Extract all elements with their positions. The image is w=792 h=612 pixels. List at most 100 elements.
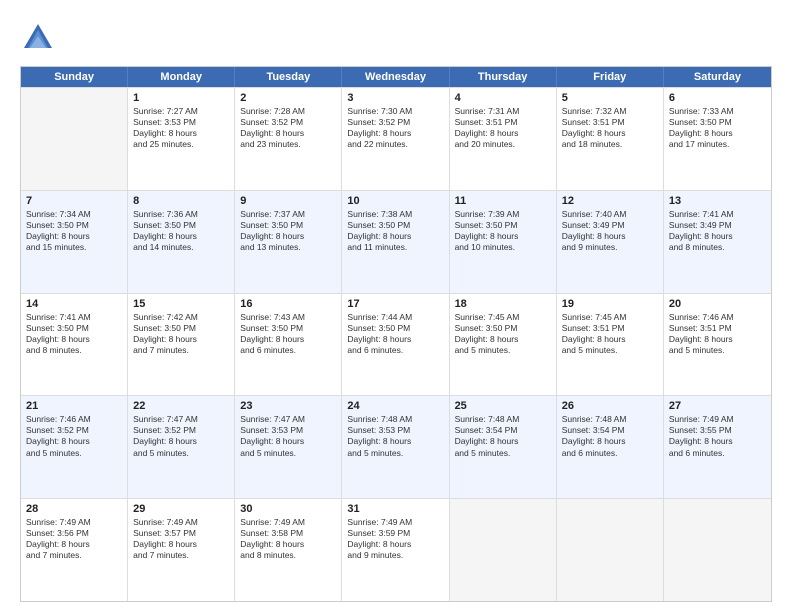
cell-info-line: Sunset: 3:52 PM (240, 117, 336, 128)
cell-info-line: Sunset: 3:50 PM (347, 323, 443, 334)
day-number: 7 (26, 195, 122, 207)
logo (20, 20, 60, 56)
cell-info-line: Daylight: 8 hours (26, 334, 122, 345)
cell-info-line: Sunset: 3:51 PM (562, 323, 658, 334)
cell-info-line: and 8 minutes. (26, 345, 122, 356)
cell-info-line: Sunrise: 7:48 AM (455, 414, 551, 425)
day-number: 28 (26, 503, 122, 515)
calendar-cell-r0c2: 2 Sunrise: 7:28 AMSunset: 3:52 PMDaylight… (235, 88, 342, 190)
cell-info-line: and 14 minutes. (133, 242, 229, 253)
day-number: 26 (562, 400, 658, 412)
day-number: 30 (240, 503, 336, 515)
cell-info-line: Daylight: 8 hours (240, 128, 336, 139)
cell-info-line: Sunrise: 7:38 AM (347, 209, 443, 220)
cell-info-line: Sunrise: 7:49 AM (347, 517, 443, 528)
cell-info-line: Sunrise: 7:41 AM (26, 312, 122, 323)
calendar-cell-r0c0 (21, 88, 128, 190)
cell-info-line: Sunset: 3:52 PM (347, 117, 443, 128)
day-number: 18 (455, 298, 551, 310)
cell-info-line: Sunset: 3:50 PM (347, 220, 443, 231)
day-number: 2 (240, 92, 336, 104)
cell-info-line: and 5 minutes. (133, 448, 229, 459)
cell-info-line: and 15 minutes. (26, 242, 122, 253)
cell-info-line: and 17 minutes. (669, 139, 766, 150)
day-number: 24 (347, 400, 443, 412)
day-number: 19 (562, 298, 658, 310)
cell-info-line: Daylight: 8 hours (240, 334, 336, 345)
cell-info-line: and 5 minutes. (455, 345, 551, 356)
cell-info-line: Sunset: 3:50 PM (240, 323, 336, 334)
calendar-cell-r1c0: 7Sunrise: 7:34 AMSunset: 3:50 PMDaylight… (21, 191, 128, 293)
calendar-cell-r0c6: 6Sunrise: 7:33 AMSunset: 3:50 PMDaylight… (664, 88, 771, 190)
cell-info-line: Sunset: 3:50 PM (455, 220, 551, 231)
calendar-cell-r4c3: 31Sunrise: 7:49 AMSunset: 3:59 PMDayligh… (342, 499, 449, 601)
calendar-row-1: 7Sunrise: 7:34 AMSunset: 3:50 PMDaylight… (21, 190, 771, 293)
calendar-cell-r2c0: 14Sunrise: 7:41 AMSunset: 3:50 PMDayligh… (21, 294, 128, 396)
calendar-cell-r2c1: 15Sunrise: 7:42 AMSunset: 3:50 PMDayligh… (128, 294, 235, 396)
cell-info-line: Sunset: 3:49 PM (562, 220, 658, 231)
header-day-friday: Friday (557, 67, 664, 87)
cell-info-line: and 6 minutes. (562, 448, 658, 459)
cell-info-line: Daylight: 8 hours (669, 334, 766, 345)
calendar-cell-r0c4: 4Sunrise: 7:31 AMSunset: 3:51 PMDaylight… (450, 88, 557, 190)
cell-info-line: Sunset: 3:50 PM (133, 220, 229, 231)
day-number: 17 (347, 298, 443, 310)
cell-info-line: Sunset: 3:52 PM (26, 425, 122, 436)
day-number: 27 (669, 400, 766, 412)
cell-info-line: and 5 minutes. (347, 448, 443, 459)
calendar-cell-r3c1: 22Sunrise: 7:47 AMSunset: 3:52 PMDayligh… (128, 396, 235, 498)
calendar-cell-r4c4 (450, 499, 557, 601)
cell-info-line: and 5 minutes. (669, 345, 766, 356)
cell-info-line: Daylight: 8 hours (347, 539, 443, 550)
cell-info-line: Sunrise: 7:28 AM (240, 106, 336, 117)
cell-info-line: Sunset: 3:56 PM (26, 528, 122, 539)
cell-info-line: Sunset: 3:51 PM (669, 323, 766, 334)
day-number: 31 (347, 503, 443, 515)
cell-info-line: Daylight: 8 hours (133, 231, 229, 242)
cell-info-line: Daylight: 8 hours (133, 436, 229, 447)
cell-info-line: Sunrise: 7:46 AM (26, 414, 122, 425)
day-number: 13 (669, 195, 766, 207)
day-number: 22 (133, 400, 229, 412)
cell-info-line: Sunset: 3:57 PM (133, 528, 229, 539)
header-day-wednesday: Wednesday (342, 67, 449, 87)
day-number: 8 (133, 195, 229, 207)
calendar-cell-r3c4: 25Sunrise: 7:48 AMSunset: 3:54 PMDayligh… (450, 396, 557, 498)
cell-info-line: and 7 minutes. (133, 550, 229, 561)
cell-info-line: Sunrise: 7:39 AM (455, 209, 551, 220)
cell-info-line: Sunrise: 7:45 AM (455, 312, 551, 323)
cell-info-line: and 9 minutes. (562, 242, 658, 253)
cell-info-line: Sunset: 3:58 PM (240, 528, 336, 539)
cell-info-line: Daylight: 8 hours (347, 231, 443, 242)
cell-info-line: Sunset: 3:54 PM (562, 425, 658, 436)
cell-info-line: Sunset: 3:52 PM (133, 425, 229, 436)
cell-info-line: Sunset: 3:54 PM (455, 425, 551, 436)
calendar-cell-r2c6: 20Sunrise: 7:46 AMSunset: 3:51 PMDayligh… (664, 294, 771, 396)
cell-info-line: Sunset: 3:55 PM (669, 425, 766, 436)
calendar-cell-r4c2: 30Sunrise: 7:49 AMSunset: 3:58 PMDayligh… (235, 499, 342, 601)
cell-info-line: Daylight: 8 hours (347, 128, 443, 139)
calendar-cell-r3c5: 26Sunrise: 7:48 AMSunset: 3:54 PMDayligh… (557, 396, 664, 498)
cell-info-line: Sunrise: 7:48 AM (562, 414, 658, 425)
cell-info-line: Sunrise: 7:48 AM (347, 414, 443, 425)
cell-info-line: and 5 minutes. (26, 448, 122, 459)
cell-info-line: Daylight: 8 hours (455, 128, 551, 139)
cell-info-line: Sunrise: 7:49 AM (133, 517, 229, 528)
day-number: 14 (26, 298, 122, 310)
cell-info-line: Sunrise: 7:47 AM (240, 414, 336, 425)
calendar-cell-r1c6: 13Sunrise: 7:41 AMSunset: 3:49 PMDayligh… (664, 191, 771, 293)
cell-info-line: Sunrise: 7:33 AM (669, 106, 766, 117)
page: SundayMondayTuesdayWednesdayThursdayFrid… (0, 0, 792, 612)
calendar-cell-r3c2: 23Sunrise: 7:47 AMSunset: 3:53 PMDayligh… (235, 396, 342, 498)
cell-info-line: and 10 minutes. (455, 242, 551, 253)
day-number: 11 (455, 195, 551, 207)
cell-info-line: Sunset: 3:50 PM (669, 117, 766, 128)
cell-info-line: Daylight: 8 hours (562, 231, 658, 242)
logo-icon (20, 20, 56, 56)
cell-info-line: Sunrise: 7:37 AM (240, 209, 336, 220)
cell-info-line: Sunset: 3:53 PM (347, 425, 443, 436)
cell-info-line: and 13 minutes. (240, 242, 336, 253)
day-number: 20 (669, 298, 766, 310)
cell-info-line: Sunrise: 7:49 AM (669, 414, 766, 425)
calendar-row-4: 28 Sunrise: 7:49 AM Sunset: 3:56 PM Dayligh… (21, 498, 771, 601)
